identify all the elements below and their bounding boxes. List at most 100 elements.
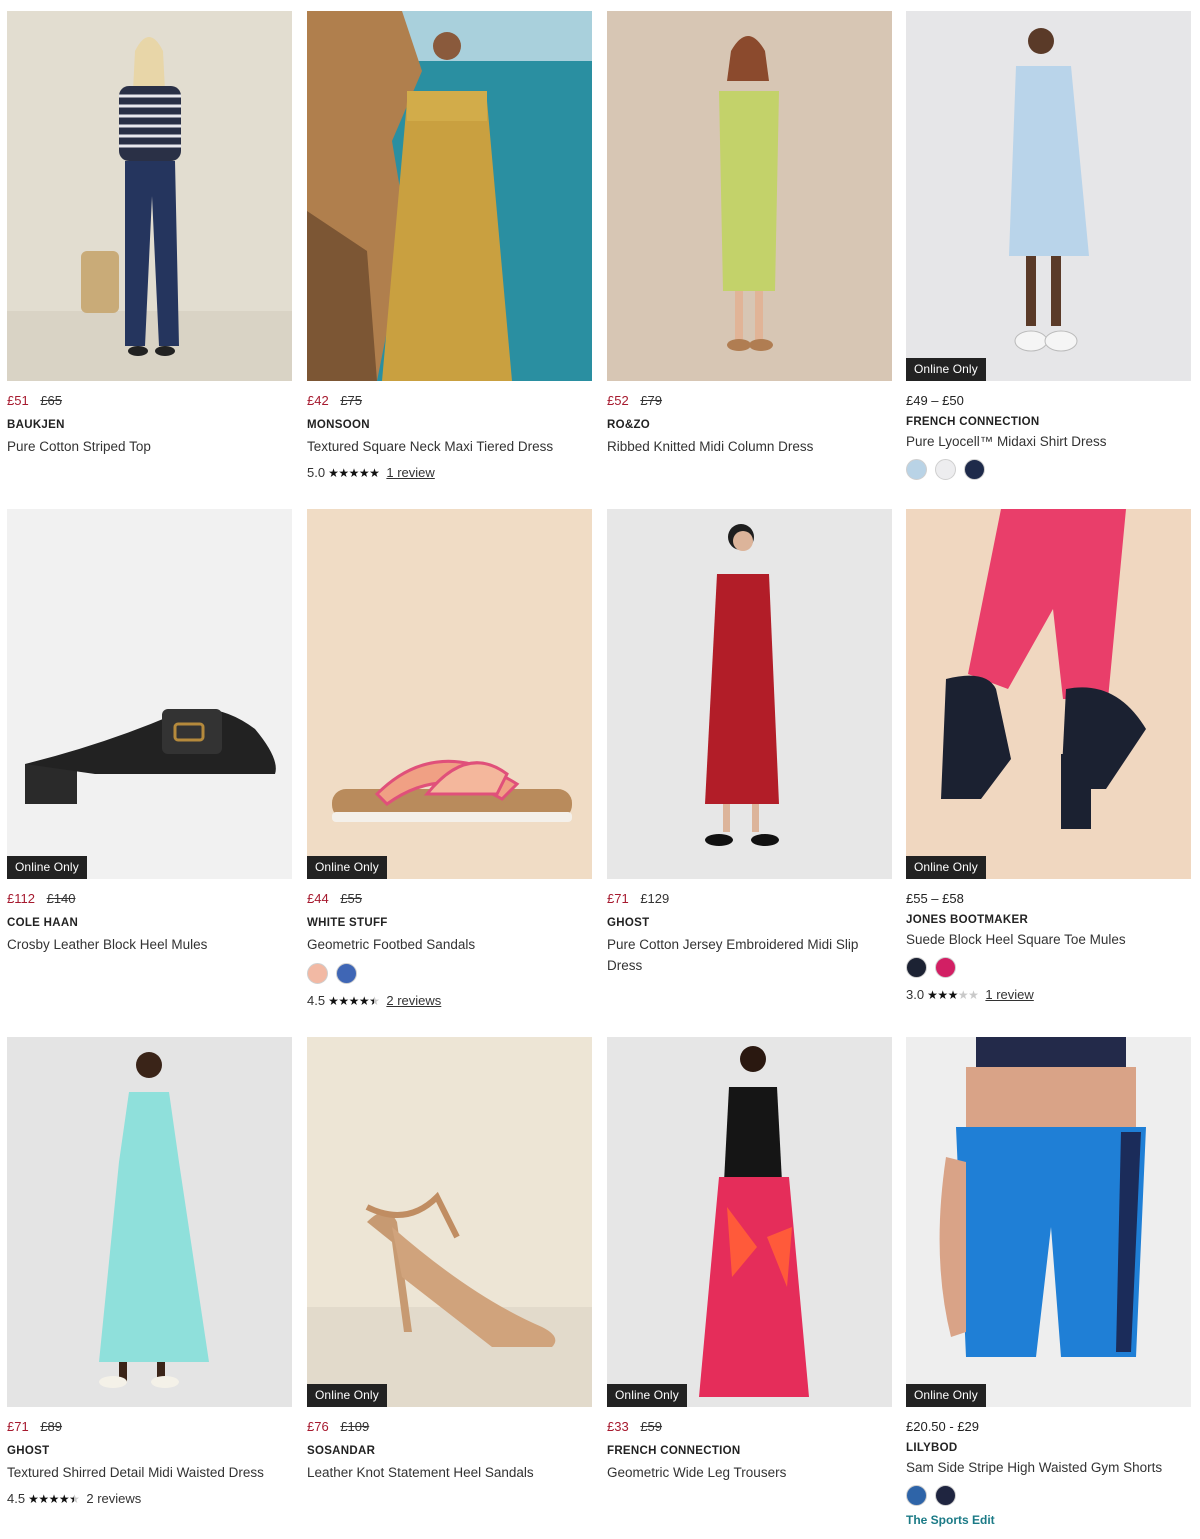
price-range: £20.50 - £29 [906,1419,980,1434]
product-image[interactable]: Online Only [307,509,592,879]
price: £44 £55 [307,891,592,907]
brand-name: LILYBOD [906,1442,958,1454]
original-price: £55 [340,891,363,906]
price: £51 £65 [7,393,292,409]
product-name[interactable]: Leather Knot Statement Heel Sandals [307,1462,592,1483]
rating: 4.5 ★★★★★ 2 reviews [7,1491,292,1506]
sale-price: £112 [7,891,35,906]
price: £42 £75 [307,393,592,409]
online-only-badge: Online Only [307,1384,387,1407]
product-card[interactable]: £51 £65 BAUKJEN Pure Cotton Striped Top [7,11,292,457]
price-range: £49 – £50 [906,393,964,408]
sale-price: £71 [607,891,629,906]
product-card[interactable]: Online Only £33 £59 FRENCH CONNECTION Ge… [607,1037,892,1483]
original-price: £75 [340,393,363,408]
original-price: £129 [640,891,670,906]
price: £52 £79 [607,393,892,409]
product-name[interactable]: Geometric Wide Leg Trousers [607,1462,892,1483]
sale-price: £71 [7,1419,29,1434]
product-card[interactable]: £42 £75 MONSOON Textured Square Neck Max… [307,11,592,480]
product-name[interactable]: Textured Shirred Detail Midi Waisted Dre… [7,1462,292,1483]
product-name[interactable]: Ribbed Knitted Midi Column Dress [607,436,892,457]
colour-swatch[interactable] [906,1485,927,1506]
product-card[interactable]: Online Only £44 £55 WHITE STUFF Geometri… [307,509,592,1008]
product-image[interactable]: Online Only [307,1037,592,1407]
reviews-link[interactable]: 1 review [386,465,434,480]
product-image[interactable]: Online Only [906,509,1191,879]
product-grid: £51 £65 BAUKJEN Pure Cotton Striped Top … [0,0,1200,1539]
product-image[interactable] [307,11,592,381]
product-name[interactable]: Textured Square Neck Maxi Tiered Dress [307,436,592,457]
sale-price: £52 [607,393,629,408]
product-card[interactable]: £71 £89 GHOST Textured Shirred Detail Mi… [7,1037,292,1506]
brand-name: GHOST [7,1445,50,1457]
online-only-badge: Online Only [7,856,87,879]
colour-swatch[interactable] [935,1485,956,1506]
product-name[interactable]: Pure Cotton Striped Top [7,436,292,457]
product-name[interactable]: Sam Side Stripe High Waisted Gym Shorts [906,1457,1191,1478]
colour-swatches [906,459,1191,481]
rating-value: 3.0 [906,987,925,1002]
star-rating-icon: ★★★★★ [328,465,380,480]
product-name[interactable]: Geometric Footbed Sandals [307,934,592,955]
online-only-badge: Online Only [307,856,387,879]
online-only-badge: Online Only [906,856,986,879]
rating-value: 4.5 [307,993,326,1008]
colour-swatch[interactable] [906,957,927,978]
product-card[interactable]: £52 £79 RO&ZO Ribbed Knitted Midi Column… [607,11,892,457]
colour-swatches [906,1485,1191,1507]
product-card[interactable]: Online Only £112 £140 COLE HAAN Crosby L… [7,509,292,955]
product-card[interactable]: Online Only £20.50 - £29 LILYBOD Sam Sid… [906,1037,1191,1527]
product-card[interactable]: £71 £129 GHOST Pure Cotton Jersey Embroi… [607,509,892,976]
brand-name: FRENCH CONNECTION [906,416,1040,428]
product-image[interactable] [7,11,292,381]
star-rating-icon: ★★★★★ [927,987,979,1002]
reviews-link[interactable]: 2 reviews [86,1491,141,1506]
reviews-link[interactable]: 2 reviews [386,993,441,1008]
product-image[interactable] [7,1037,292,1407]
product-image[interactable]: Online Only [906,1037,1191,1407]
colour-swatches [307,963,592,985]
product-image[interactable]: Online Only [607,1037,892,1407]
colour-swatch[interactable] [935,459,956,480]
rating: 5.0 ★★★★★ 1 review [307,465,592,480]
sale-price: £51 [7,393,29,408]
colour-swatch[interactable] [906,459,927,480]
brand-name: COLE HAAN [7,917,79,929]
star-rating-icon: ★★★★★ [328,993,380,1008]
brand-name: SOSANDAR [307,1445,376,1457]
rating: 3.0 ★★★★★ 1 review [906,987,1191,1002]
price: £49 – £50 [906,393,1191,409]
colour-swatch[interactable] [964,459,985,480]
price-range: £55 – £58 [906,891,964,906]
rating-value: 5.0 [307,465,326,480]
product-image[interactable] [607,11,892,381]
product-card[interactable]: Online Only £76 £109 SOSANDAR Leather Kn… [307,1037,592,1483]
brand-name: GHOST [607,917,650,929]
sale-price: £44 [307,891,329,906]
colour-swatches [906,957,1191,979]
price: £76 £109 [307,1419,592,1435]
sale-price: £76 [307,1419,329,1434]
original-price: £140 [46,891,76,906]
original-price: £89 [40,1419,63,1434]
rating: 4.5 ★★★★★ 2 reviews [307,993,592,1008]
product-name[interactable]: Crosby Leather Block Heel Mules [7,934,292,955]
product-image[interactable]: Online Only [7,509,292,879]
reviews-link[interactable]: 1 review [985,987,1033,1002]
product-card[interactable]: Online Only £49 – £50 FRENCH CONNECTION … [906,11,1191,481]
colour-swatch[interactable] [307,963,328,984]
brand-name: WHITE STUFF [307,917,388,929]
product-name[interactable]: Pure Lyocell™ Midaxi Shirt Dress [906,431,1191,452]
sports-edit-link[interactable]: The Sports Edit [906,1513,1191,1527]
online-only-badge: Online Only [906,1384,986,1407]
original-price: £65 [40,393,63,408]
product-name[interactable]: Pure Cotton Jersey Embroidered Midi Slip… [607,934,892,976]
colour-swatch[interactable] [935,957,956,978]
colour-swatch[interactable] [336,963,357,984]
product-image[interactable]: Online Only [906,11,1191,381]
product-name[interactable]: Suede Block Heel Square Toe Mules [906,929,1191,950]
product-card[interactable]: Online Only £55 – £58 JONES BOOTMAKER Su… [906,509,1191,1002]
brand-name: FRENCH CONNECTION [607,1445,741,1457]
product-image[interactable] [607,509,892,879]
